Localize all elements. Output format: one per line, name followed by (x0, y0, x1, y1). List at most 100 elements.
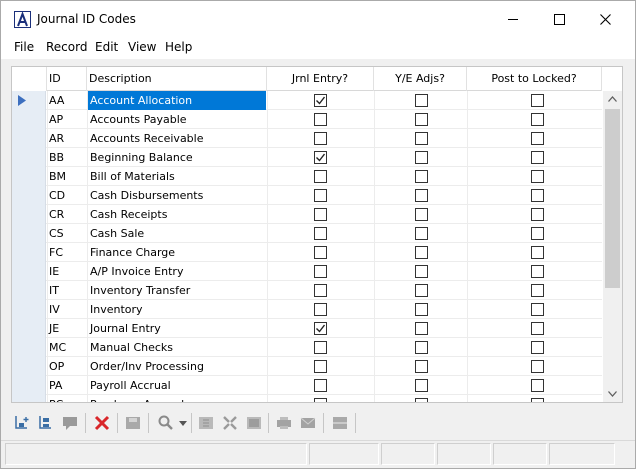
checkbox-jrnl-entry[interactable] (314, 227, 327, 240)
comment-icon[interactable] (59, 412, 81, 434)
cell-description[interactable]: Cash Disbursements (88, 186, 266, 205)
checkbox-post-locked[interactable] (531, 360, 544, 373)
checkbox-jrnl-entry[interactable] (314, 246, 327, 259)
vertical-scrollbar[interactable] (603, 91, 622, 402)
checkbox-jrnl-entry[interactable] (314, 322, 327, 335)
cell-description[interactable]: Bill of Materials (88, 167, 266, 186)
column-header-id[interactable]: ID (47, 67, 87, 91)
row-selector[interactable] (12, 129, 46, 148)
row-selector[interactable] (12, 186, 46, 205)
email-icon[interactable] (297, 412, 319, 434)
cell-description[interactable]: Accounts Receivable (88, 129, 266, 148)
table-row[interactable]: CS Cash Sale (12, 224, 602, 243)
table-row[interactable]: PA Payroll Accrual (12, 376, 602, 395)
table-row[interactable]: IE A/P Invoice Entry (12, 262, 602, 281)
cell-id[interactable]: JE (48, 319, 86, 338)
checkbox-ye-adjs[interactable] (415, 151, 428, 164)
checkbox-post-locked[interactable] (531, 265, 544, 278)
cell-id[interactable]: OP (48, 357, 86, 376)
checkbox-ye-adjs[interactable] (415, 94, 428, 107)
table-row[interactable]: PCPurchase Accrual (12, 395, 602, 402)
row-selector[interactable] (12, 110, 46, 129)
checkbox-jrnl-entry[interactable] (314, 379, 327, 392)
save-icon[interactable] (122, 412, 144, 434)
row-selector[interactable] (12, 338, 46, 357)
row-selector[interactable] (12, 243, 46, 262)
checkbox-post-locked[interactable] (531, 322, 544, 335)
row-selector[interactable] (12, 167, 46, 186)
table-row[interactable]: FC Finance Charge (12, 243, 602, 262)
table-row[interactable]: OP Order/Inv Processing (12, 357, 602, 376)
column-header-jrnl-entry[interactable]: Jrnl Entry? (267, 67, 374, 91)
checkbox-jrnl-entry[interactable] (314, 151, 327, 164)
checkbox-ye-adjs[interactable] (415, 132, 428, 145)
cell-description[interactable]: Inventory (88, 300, 266, 319)
cell-description[interactable]: Account Allocation (88, 91, 266, 110)
table-row[interactable]: BB Beginning Balance (12, 148, 602, 167)
checkbox-post-locked[interactable] (531, 284, 544, 297)
cell-id[interactable]: IE (48, 262, 86, 281)
checkbox-ye-adjs[interactable] (415, 360, 428, 373)
cell-id[interactable]: FC (48, 243, 86, 262)
cell-description[interactable]: Beginning Balance (88, 148, 266, 167)
table-row[interactable]: AR Accounts Receivable (12, 129, 602, 148)
checkbox-jrnl-entry[interactable] (314, 360, 327, 373)
row-selector[interactable] (12, 281, 46, 300)
cell-description[interactable]: Cash Sale (88, 224, 266, 243)
checkbox-ye-adjs[interactable] (415, 341, 428, 354)
cell-description[interactable]: Accounts Payable (88, 110, 266, 129)
search-dropdown-icon[interactable] (177, 412, 189, 434)
checkbox-jrnl-entry[interactable] (314, 170, 327, 183)
checkbox-post-locked[interactable] (531, 113, 544, 126)
checkbox-ye-adjs[interactable] (415, 265, 428, 278)
checkbox-jrnl-entry[interactable] (314, 94, 327, 107)
checkbox-ye-adjs[interactable] (415, 227, 428, 240)
checkbox-post-locked[interactable] (531, 227, 544, 240)
scroll-up-icon[interactable] (608, 96, 617, 102)
row-selector[interactable] (12, 319, 46, 338)
checkbox-post-locked[interactable] (531, 379, 544, 392)
cell-id[interactable]: CR (48, 205, 86, 224)
row-selector[interactable] (12, 395, 46, 402)
cell-description[interactable]: Manual Checks (88, 338, 266, 357)
checkbox-post-locked[interactable] (531, 341, 544, 354)
column-header-ye-adjs[interactable]: Y/E Adjs? (374, 67, 467, 91)
cell-id[interactable]: CD (48, 186, 86, 205)
checkbox-post-locked[interactable] (531, 189, 544, 202)
checkbox-post-locked[interactable] (531, 246, 544, 259)
menu-edit[interactable]: Edit (95, 40, 118, 54)
cell-description[interactable]: Cash Receipts (88, 205, 266, 224)
cell-id[interactable]: AA (48, 91, 86, 110)
first-record-icon[interactable] (195, 412, 217, 434)
row-selector[interactable] (12, 148, 46, 167)
menu-record[interactable]: Record (46, 40, 87, 54)
cell-id[interactable]: PA (48, 376, 86, 395)
cell-id[interactable]: CS (48, 224, 86, 243)
row-selector[interactable] (12, 224, 46, 243)
scrollbar-thumb[interactable] (605, 109, 620, 288)
table-row[interactable]: IV Inventory (12, 300, 602, 319)
cell-description[interactable]: Payroll Accrual (88, 376, 266, 395)
checkbox-ye-adjs[interactable] (415, 189, 428, 202)
cell-description[interactable]: A/P Invoice Entry (88, 262, 266, 281)
copy-record-icon[interactable] (35, 412, 57, 434)
menu-view[interactable]: View (128, 40, 156, 54)
menu-help[interactable]: Help (165, 40, 192, 54)
cell-description[interactable]: Purchase Accrual (88, 395, 266, 402)
scroll-down-icon[interactable] (608, 391, 617, 397)
cell-description[interactable]: Finance Charge (88, 243, 266, 262)
checkbox-ye-adjs[interactable] (415, 113, 428, 126)
checkbox-ye-adjs[interactable] (415, 398, 428, 402)
checkbox-jrnl-entry[interactable] (314, 132, 327, 145)
checkbox-ye-adjs[interactable] (415, 284, 428, 297)
cell-description[interactable]: Journal Entry (88, 319, 266, 338)
checkbox-post-locked[interactable] (531, 303, 544, 316)
new-record-icon[interactable] (11, 412, 33, 434)
print-icon[interactable] (273, 412, 295, 434)
table-row[interactable]: JE Journal Entry (12, 319, 602, 338)
cell-id[interactable]: BM (48, 167, 86, 186)
checkbox-post-locked[interactable] (531, 208, 544, 221)
row-selector[interactable] (12, 205, 46, 224)
grid-view-icon[interactable] (219, 412, 241, 434)
checkbox-ye-adjs[interactable] (415, 322, 428, 335)
